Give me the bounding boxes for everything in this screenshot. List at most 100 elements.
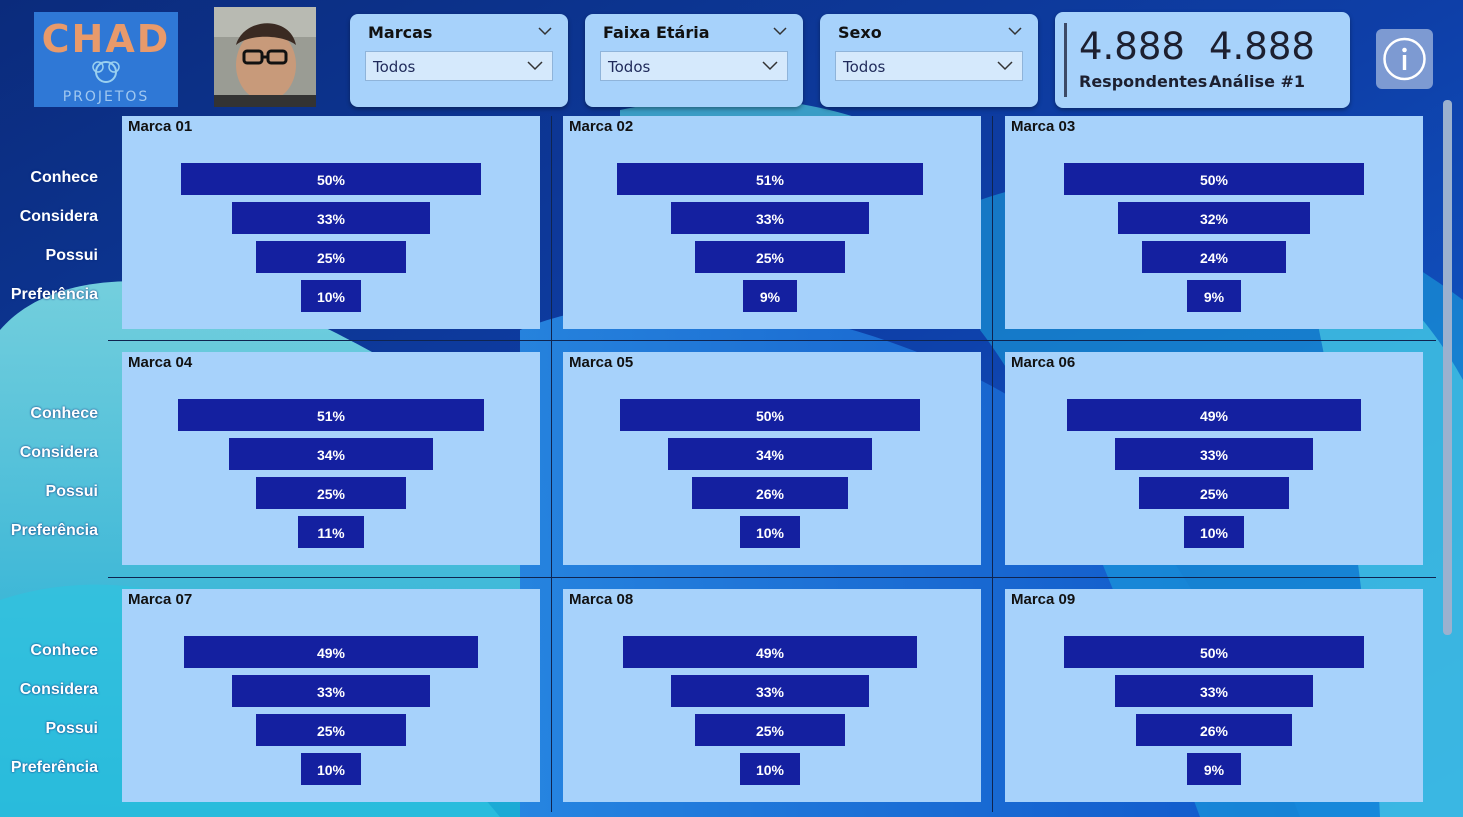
- funnel-bar[interactable]: 10%: [740, 753, 800, 785]
- funnel-panel: Marca 08 49% 33% 25% 10%: [563, 589, 981, 802]
- panel-title: Marca 08: [569, 591, 634, 608]
- funnel-bar[interactable]: 33%: [1115, 438, 1313, 470]
- kpi-respondentes-label: Respondentes: [1079, 72, 1208, 91]
- funnel-bar[interactable]: 32%: [1118, 202, 1310, 234]
- filter-value: Todos: [373, 58, 416, 76]
- filter-faixa-etaria: Faixa Etária Todos: [585, 14, 803, 107]
- stage-label: Possui: [45, 720, 98, 737]
- grid-divider: [551, 116, 552, 812]
- filter-faixa-etaria-dropdown[interactable]: Todos: [600, 51, 788, 81]
- funnel-bar[interactable]: 33%: [671, 202, 869, 234]
- panel-title: Marca 07: [128, 591, 193, 608]
- stage-label: Possui: [45, 483, 98, 500]
- chevron-down-icon[interactable]: [1008, 26, 1022, 36]
- stage-label: Considera: [19, 208, 98, 225]
- chevron-down-icon: [762, 61, 778, 71]
- grid-divider: [108, 340, 1436, 341]
- funnel-bar[interactable]: 24%: [1142, 241, 1286, 273]
- funnel-bar[interactable]: 34%: [229, 438, 433, 470]
- stage-label: Considera: [19, 444, 98, 461]
- funnel-bar[interactable]: 33%: [232, 675, 430, 707]
- funnel-bar[interactable]: 51%: [178, 399, 484, 431]
- panel-title: Marca 09: [1011, 591, 1076, 608]
- funnel-bar[interactable]: 50%: [620, 399, 920, 431]
- funnel-bar[interactable]: 9%: [743, 280, 797, 312]
- filter-sexo: Sexo Todos: [820, 14, 1038, 107]
- kpi-analise-label: Análise #1: [1209, 72, 1306, 91]
- funnel-bar[interactable]: 25%: [256, 477, 406, 509]
- info-button[interactable]: [1376, 29, 1433, 89]
- filter-title: Marcas: [368, 23, 433, 42]
- funnel-bar[interactable]: 26%: [1136, 714, 1292, 746]
- grid-divider: [108, 577, 1436, 578]
- funnel-bar[interactable]: 9%: [1187, 753, 1241, 785]
- funnel-bar[interactable]: 10%: [301, 753, 361, 785]
- funnel-bar[interactable]: 34%: [668, 438, 872, 470]
- funnel-bar[interactable]: 10%: [1184, 516, 1244, 548]
- filter-marcas: Marcas Todos: [350, 14, 568, 107]
- funnel-panel: Marca 09 50% 33% 26% 9%: [1005, 589, 1423, 802]
- funnel-bar[interactable]: 49%: [1067, 399, 1361, 431]
- chevron-down-icon[interactable]: [773, 26, 787, 36]
- kpi-respondentes-value: 4.888: [1079, 25, 1185, 68]
- panel-title: Marca 04: [128, 354, 193, 371]
- filter-value: Todos: [608, 58, 651, 76]
- funnel-bar[interactable]: 26%: [692, 477, 848, 509]
- funnel-bar[interactable]: 50%: [181, 163, 481, 195]
- kpi-analise-value: 4.888: [1209, 25, 1315, 68]
- grid-divider: [992, 116, 993, 812]
- funnel-bar[interactable]: 25%: [695, 714, 845, 746]
- profile-photo: [214, 7, 316, 107]
- chevron-down-icon: [997, 61, 1013, 71]
- panel-title: Marca 02: [569, 118, 634, 135]
- filter-marcas-dropdown[interactable]: Todos: [365, 51, 553, 81]
- funnel-panel: Marca 07 49% 33% 25% 10%: [122, 589, 540, 802]
- funnel-bar[interactable]: 49%: [623, 636, 917, 668]
- funnel-panel: Marca 05 50% 34% 26% 10%: [563, 352, 981, 565]
- svg-text:CHAD: CHAD: [42, 17, 171, 61]
- funnel-bar[interactable]: 9%: [1187, 280, 1241, 312]
- kpi-card: 4.888 Respondentes 4.888 Análise #1: [1055, 12, 1350, 108]
- funnel-bar[interactable]: 25%: [1139, 477, 1289, 509]
- funnel-bar[interactable]: 25%: [695, 241, 845, 273]
- funnel-bar[interactable]: 50%: [1064, 636, 1364, 668]
- funnel-panel: Marca 02 51% 33% 25% 9%: [563, 116, 981, 329]
- funnel-panel: Marca 03 50% 32% 24% 9%: [1005, 116, 1423, 329]
- funnel-bar[interactable]: 50%: [1064, 163, 1364, 195]
- funnel-bar[interactable]: 33%: [671, 675, 869, 707]
- funnel-bar[interactable]: 10%: [301, 280, 361, 312]
- funnel-bar[interactable]: 10%: [740, 516, 800, 548]
- funnel-bar[interactable]: 33%: [1115, 675, 1313, 707]
- funnel-bar[interactable]: 25%: [256, 241, 406, 273]
- info-icon: [1383, 37, 1426, 81]
- stage-label: Possui: [45, 247, 98, 264]
- stage-label: Preferência: [10, 522, 98, 539]
- stage-label: Conhece: [30, 169, 98, 186]
- funnel-bar[interactable]: 51%: [617, 163, 923, 195]
- vertical-scrollbar[interactable]: [1443, 100, 1452, 635]
- funnel-bar[interactable]: 11%: [298, 516, 364, 548]
- panel-title: Marca 03: [1011, 118, 1076, 135]
- kpi-divider: [1064, 23, 1067, 97]
- chevron-down-icon: [527, 61, 543, 71]
- svg-text:PROJETOS: PROJETOS: [63, 89, 150, 105]
- stage-label: Conhece: [30, 405, 98, 422]
- filter-title: Faixa Etária: [603, 23, 710, 42]
- panel-title: Marca 01: [128, 118, 193, 135]
- stage-label: Preferência: [10, 286, 98, 303]
- funnel-bar[interactable]: 33%: [232, 202, 430, 234]
- filter-value: Todos: [843, 58, 886, 76]
- panel-title: Marca 05: [569, 354, 634, 371]
- chevron-down-icon[interactable]: [538, 26, 552, 36]
- funnel-panel: Marca 06 49% 33% 25% 10%: [1005, 352, 1423, 565]
- stage-label: Considera: [19, 681, 98, 698]
- funnel-bar[interactable]: 25%: [256, 714, 406, 746]
- funnel-panel: Marca 04 51% 34% 25% 11%: [122, 352, 540, 565]
- filter-sexo-dropdown[interactable]: Todos: [835, 51, 1023, 81]
- stage-label: Preferência: [10, 759, 98, 776]
- panel-title: Marca 06: [1011, 354, 1076, 371]
- filter-title: Sexo: [838, 23, 882, 42]
- funnel-panel: Marca 01 50% 33% 25% 10%: [122, 116, 540, 329]
- funnel-bar[interactable]: 49%: [184, 636, 478, 668]
- company-logo: CHAD PROJETOS: [34, 12, 178, 107]
